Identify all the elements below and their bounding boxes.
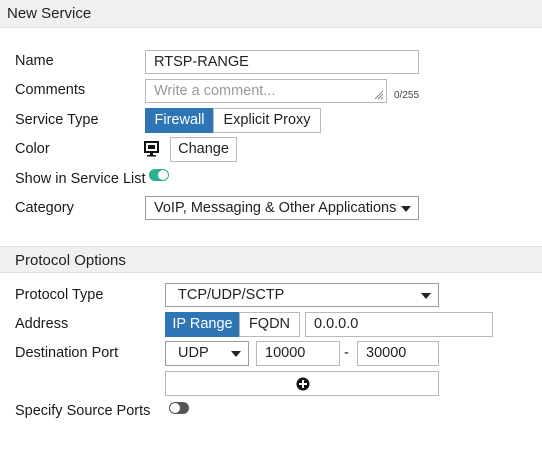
- destination-port-low-field[interactable]: 10000: [256, 341, 340, 366]
- address-fqdn-button[interactable]: FQDN: [239, 312, 300, 337]
- name-field[interactable]: RTSP-RANGE: [145, 50, 419, 74]
- name-label: Name: [15, 53, 54, 69]
- service-type-label: Service Type: [15, 112, 99, 128]
- comments-textarea[interactable]: Write a comment...: [145, 79, 387, 103]
- protocol-options-header: Protocol Options: [0, 246, 542, 273]
- comments-counter: 0/255: [394, 90, 420, 101]
- show-in-service-list-label: Show in Service List: [15, 171, 146, 187]
- protocol-type-value: TCP/UDP/SCTP: [178, 287, 285, 303]
- service-type-firewall-button[interactable]: Firewall: [145, 108, 214, 133]
- toggle-knob: [158, 170, 168, 180]
- destination-port-high-field[interactable]: 30000: [357, 341, 439, 366]
- comments-label: Comments: [15, 82, 86, 98]
- category-select[interactable]: VoIP, Messaging & Other Applications: [145, 196, 419, 220]
- add-port-range-button[interactable]: [165, 371, 439, 396]
- comments-placeholder: Write a comment...: [154, 83, 276, 99]
- destination-port-label: Destination Port: [15, 345, 119, 361]
- category-label: Category: [15, 200, 74, 216]
- chevron-down-icon: [231, 351, 241, 357]
- page-header: New Service: [0, 0, 542, 28]
- monitor-icon: [144, 141, 159, 157]
- service-type-explicit-proxy-button[interactable]: Explicit Proxy: [213, 108, 321, 133]
- toggle-knob: [170, 403, 180, 413]
- specify-source-ports-label: Specify Source Ports: [15, 403, 151, 419]
- address-label: Address: [15, 316, 69, 332]
- chevron-down-icon: [401, 206, 411, 212]
- destination-port-protocol-select[interactable]: UDP: [165, 341, 249, 366]
- show-in-service-list-toggle[interactable]: [149, 169, 169, 181]
- color-label: Color: [15, 141, 50, 157]
- resize-grip-icon[interactable]: [374, 90, 384, 100]
- address-ip-range-button[interactable]: IP Range: [165, 312, 240, 337]
- color-change-button[interactable]: Change: [170, 137, 237, 162]
- category-value: VoIP, Messaging & Other Applications: [154, 200, 397, 216]
- specify-source-ports-toggle[interactable]: [169, 402, 189, 414]
- plus-circle-icon: [296, 377, 310, 391]
- protocol-type-label: Protocol Type: [15, 287, 104, 303]
- protocol-options-title: Protocol Options: [15, 252, 126, 269]
- port-range-separator: -: [344, 345, 349, 361]
- protocol-type-select[interactable]: TCP/UDP/SCTP: [165, 283, 439, 307]
- address-field[interactable]: 0.0.0.0: [305, 312, 493, 337]
- page-title: New Service: [7, 5, 92, 22]
- chevron-down-icon: [421, 293, 431, 299]
- destination-port-protocol-value: UDP: [178, 345, 209, 361]
